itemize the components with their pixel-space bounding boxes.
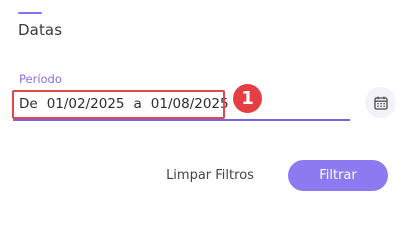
filter-button[interactable]: Filtrar bbox=[288, 160, 388, 191]
section-title: Datas bbox=[18, 21, 63, 39]
highlight-box bbox=[12, 90, 225, 119]
step-badge: 1 bbox=[233, 84, 262, 113]
section-accent-bar bbox=[18, 12, 42, 14]
calendar-button[interactable] bbox=[365, 87, 396, 118]
clear-filters-button[interactable]: Limpar Filtros bbox=[160, 161, 260, 191]
period-label: Período bbox=[19, 72, 62, 86]
calendar-icon bbox=[373, 96, 388, 110]
period-input-underline bbox=[13, 119, 350, 121]
